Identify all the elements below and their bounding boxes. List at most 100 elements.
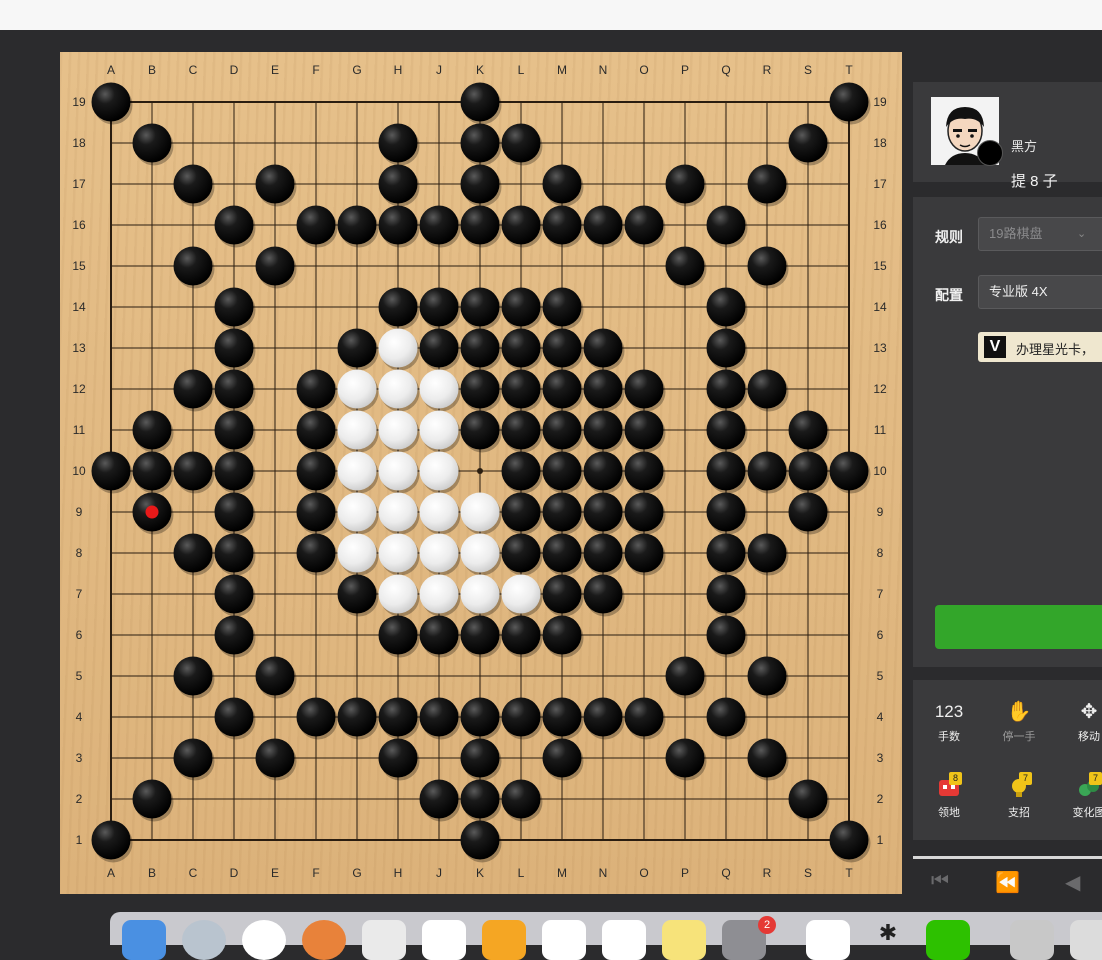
rule-select[interactable]: 19路棋盘 ⌄ [978,217,1102,251]
white-stone [378,410,418,450]
black-stone [501,451,541,491]
row-label: 8 [76,546,83,560]
wechat-icon[interactable] [926,920,970,960]
column-label: D [230,866,239,880]
row-label: 19 [873,95,887,109]
white-stone [378,369,418,409]
black-stone [747,533,787,573]
macos-dock: 2 ✱ [110,912,1102,960]
black-stone [542,615,582,655]
black-stone [501,697,541,737]
black-stone [419,697,459,737]
black-stone [788,410,828,450]
row-label: 15 [72,259,86,273]
black-stone [378,738,418,778]
stickies-icon[interactable] [662,920,706,960]
white-stone [337,533,377,573]
black-stone [501,492,541,532]
black-stone [337,574,377,614]
black-stone [214,492,254,532]
row-label: 3 [877,751,884,765]
white-stone [419,492,459,532]
screenshot-icon[interactable] [362,920,406,960]
go-board[interactable]: A A B B C C D D E E F F G G H H J J K K L L M M N N O O P P Q Q R R S S T T 19… [60,52,902,894]
black-stone [378,615,418,655]
config-select[interactable]: 专业版 4X [978,275,1102,309]
chevron-down-icon: ⌄ [1077,228,1087,240]
config-select-value: 专业版 4X [989,284,1048,299]
tool-label: 领地 [938,807,960,819]
black-stone [501,123,541,163]
row-label: 13 [72,341,86,355]
start-button[interactable] [935,605,1102,649]
black-stone [91,451,131,491]
black-stone [501,287,541,327]
black-stone [501,615,541,655]
tool-move-number[interactable]: 123 手数 [919,700,979,744]
black-stone [583,328,623,368]
trash-icon[interactable] [1070,920,1102,960]
photos-icon[interactable] [242,920,286,960]
black-stone [542,369,582,409]
black-stone [214,451,254,491]
black-stone [542,697,582,737]
black-stone [296,451,336,491]
rewind-icon[interactable]: ⏪ [995,870,1020,895]
tool-label: 移动 [1078,731,1100,743]
column-label: J [436,63,442,77]
black-stone [337,697,377,737]
row-label: 10 [72,464,86,478]
black-stone [829,451,869,491]
previous-move-icon[interactable]: ◀ [1065,870,1080,895]
app-blue-icon[interactable] [806,920,850,960]
row-label: 6 [877,628,884,642]
black-stone [583,697,623,737]
black-stone [173,369,213,409]
row-label: 18 [873,136,887,150]
firefox-icon[interactable] [302,920,346,960]
column-label: H [394,63,403,77]
black-stone [788,451,828,491]
app-red-icon[interactable] [422,920,466,960]
calendar-icon[interactable] [542,920,586,960]
tool-label: 变化图 [1072,807,1102,819]
white-stone [337,492,377,532]
tool-territory[interactable]: 8 领地 [919,772,979,820]
tool-variation[interactable]: 7 变化图 [1059,772,1102,820]
finder-icon[interactable] [122,920,166,960]
board-canvas[interactable]: AABBCCDDEEFFGGHHJJKKLLMMNNOOPPQQRRSSTT19… [60,52,902,894]
black-stone [337,328,377,368]
tool-hint[interactable]: 7 支招 [989,772,1049,820]
promo-banner[interactable]: V 办理星光卡， [978,332,1102,362]
black-stone [460,410,500,450]
black-stone [460,287,500,327]
column-label: H [394,866,403,880]
app-orange-icon[interactable] [482,920,526,960]
black-stone [829,82,869,122]
bluetooth-icon[interactable]: ✱ [866,920,910,960]
black-stone [542,738,582,778]
column-label: M [557,866,567,880]
black-stone [706,697,746,737]
black-stone [378,205,418,245]
black-stone [706,574,746,614]
black-stone [706,287,746,327]
tool-move[interactable]: ✥ 移动 [1059,700,1102,744]
column-label: Q [721,63,730,77]
settings-card: 规则 19路棋盘 ⌄ 配置 专业版 4X V 办理星光卡， [913,197,1102,667]
first-move-icon[interactable]: ⏮ [931,870,949,893]
black-stone [542,574,582,614]
move-progress-bar[interactable] [913,856,1102,859]
black-stone [542,533,582,573]
launchpad-icon[interactable] [182,920,226,960]
row-label: 1 [877,833,884,847]
tool-pass[interactable]: ✋ 停一手 [989,700,1049,744]
column-label: L [518,63,525,77]
tools-card: 123 手数 ✋ 停一手 ✥ 移动 8 领地 7 支招 7 变化图 [913,680,1102,840]
folder-icon[interactable] [1010,920,1054,960]
white-stone [378,328,418,368]
black-stone-icon [977,140,1003,166]
star-point [477,468,483,474]
v-logo-icon: V [984,336,1006,358]
reminders-icon[interactable] [602,920,646,960]
